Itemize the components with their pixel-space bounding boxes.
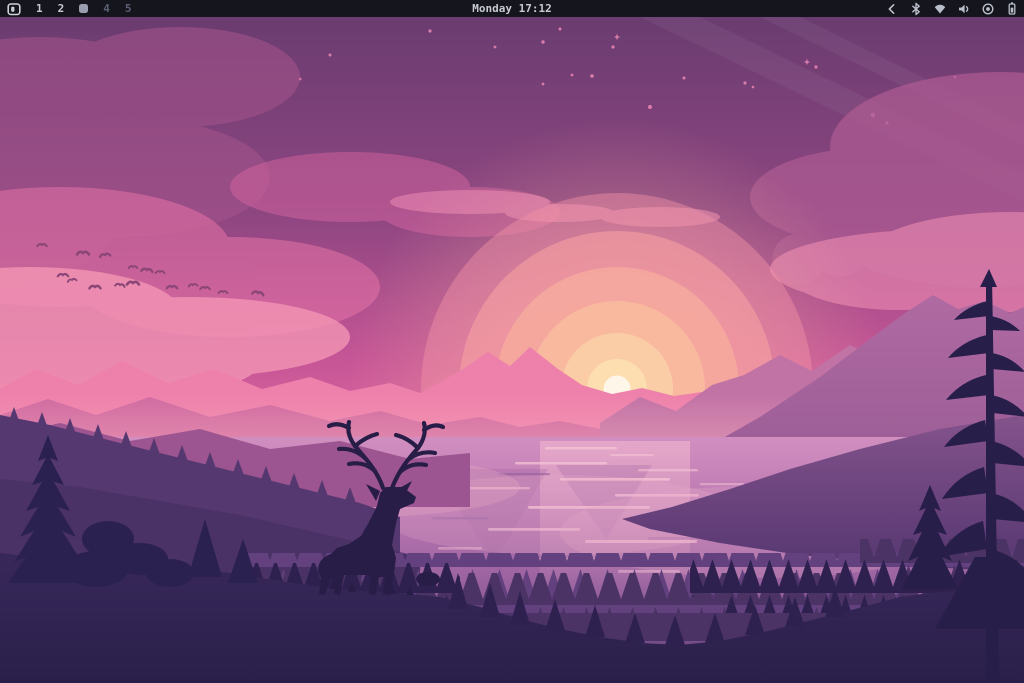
workspace-active-indicator[interactable] xyxy=(79,4,88,13)
workspace-5[interactable]: 5 xyxy=(125,0,132,17)
volume-icon[interactable] xyxy=(957,1,971,17)
workspace-4[interactable]: 4 xyxy=(103,0,110,17)
workspace-switcher: 1 2 4 5 xyxy=(0,0,132,17)
clock[interactable]: Monday 17:12 xyxy=(0,0,1024,17)
battery-icon[interactable] xyxy=(1005,1,1019,17)
bluetooth-icon[interactable] xyxy=(909,1,923,17)
top-bar: 1 2 4 5 Monday 17:12 xyxy=(0,0,1024,17)
wallpaper-sunset-lake xyxy=(0,17,1024,683)
circle-dot-icon[interactable] xyxy=(981,1,995,17)
workspace-2[interactable]: 2 xyxy=(58,0,65,17)
window-icon[interactable] xyxy=(7,2,21,16)
system-tray xyxy=(885,1,1024,17)
chevron-left-icon[interactable] xyxy=(885,1,899,17)
workspace-1[interactable]: 1 xyxy=(36,0,43,17)
desktop: 1 2 4 5 Monday 17:12 xyxy=(0,0,1024,683)
wifi-icon[interactable] xyxy=(933,1,947,17)
